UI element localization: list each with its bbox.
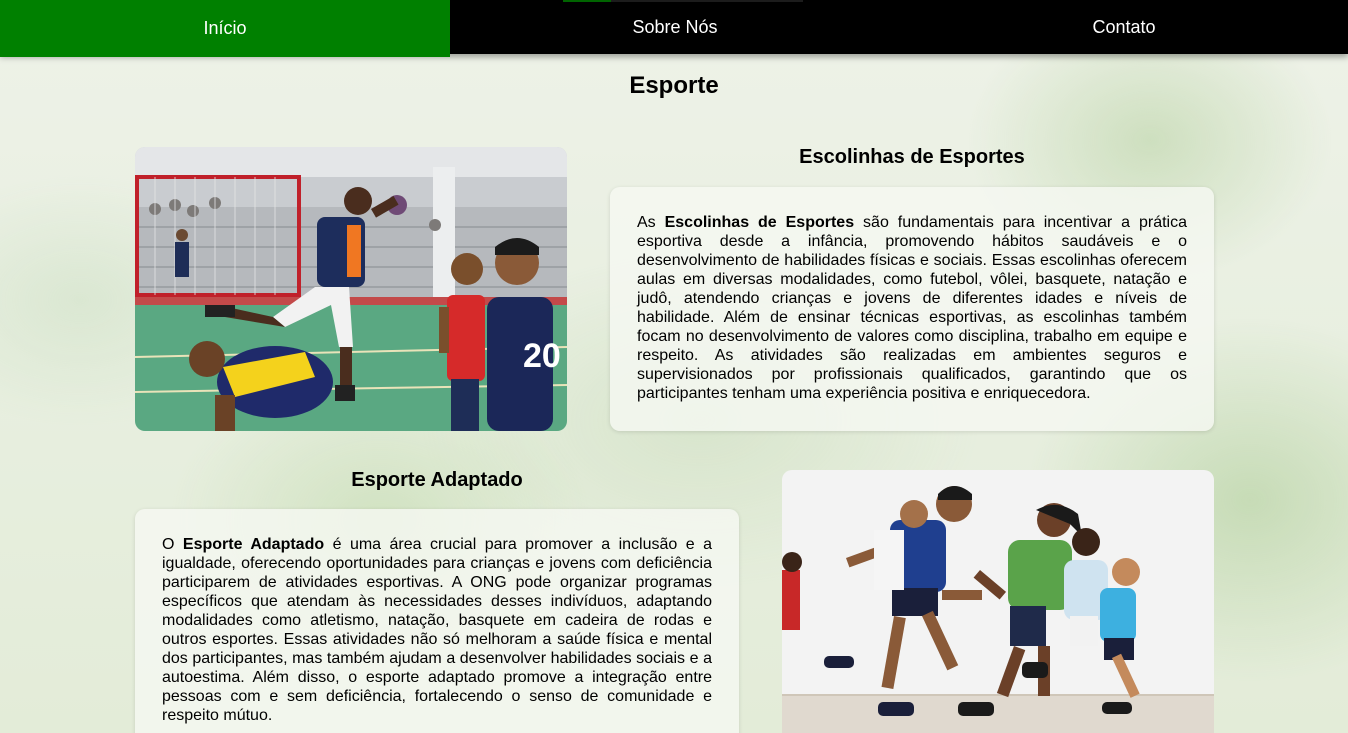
nav-label: Contato [1092,16,1156,37]
top-nav: Início Sobre Nós Contato [0,0,1348,57]
nav-scroll-indicator [563,0,803,2]
esporte-adaptado-card: O Esporte Adaptado é uma área crucial pa… [135,509,739,733]
esporte-adaptado-paragraph: O Esporte Adaptado é uma área crucial pa… [162,536,713,724]
escolinhas-paragraph: As Escolinhas de Esportes são fundamenta… [637,214,1187,402]
escolinhas-card: As Escolinhas de Esportes são fundamenta… [610,187,1214,431]
handball-photo: 20 [135,147,567,431]
nav-label: Início [203,18,247,38]
esporte-adaptado-term: Esporte Adaptado [182,536,325,553]
page-title: Esporte [629,72,719,99]
escolinhas-term: Escolinhas de Esportes [664,214,855,231]
section-heading-escolinhas: Escolinhas de Esportes [799,146,1025,168]
nav-label: Sobre Nós [632,16,718,37]
nav-item-contato[interactable]: Contato [900,0,1348,54]
running-kids-photo [782,470,1214,733]
nav-item-sobre-nos[interactable]: Sobre Nós [450,0,900,54]
section-heading-esporte-adaptado: Esporte Adaptado [351,469,523,491]
nav-item-inicio[interactable]: Início [0,0,450,57]
jersey-number: 20 [523,337,561,375]
